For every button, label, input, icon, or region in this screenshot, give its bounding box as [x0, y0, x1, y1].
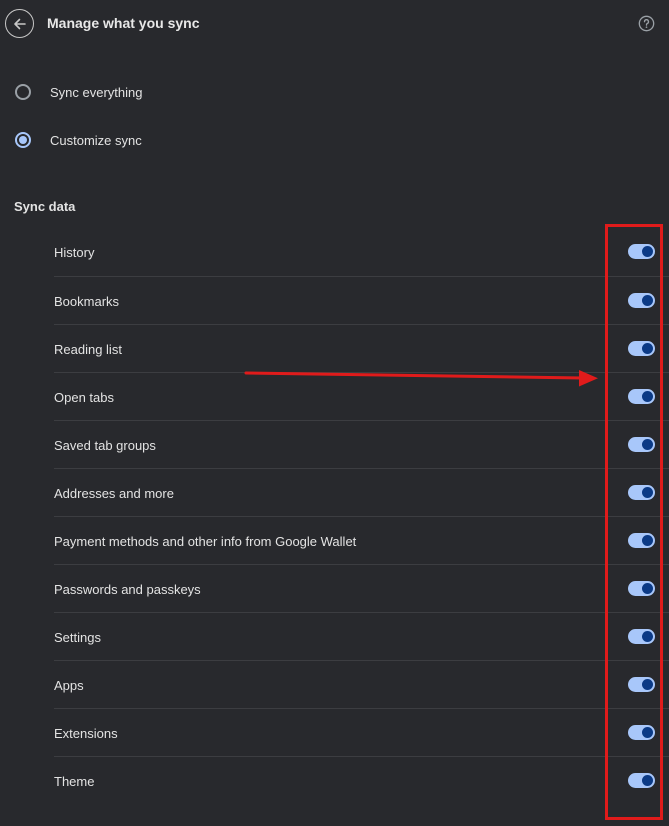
radio-label: Sync everything	[50, 85, 143, 100]
sync-item-row: Settings	[54, 612, 669, 660]
sync-item-label: Settings	[54, 630, 101, 645]
arrow-left-icon	[13, 18, 26, 29]
sync-item-row: Open tabs	[54, 372, 669, 420]
toggle-knob	[642, 343, 653, 354]
sync-item-row: Reading list	[54, 324, 669, 372]
sync-toggle[interactable]	[628, 485, 655, 500]
sync-data-list: History Bookmarks Reading list Open tabs Sav…	[54, 228, 669, 804]
toggle-knob	[642, 583, 653, 594]
toggle-knob	[642, 775, 653, 786]
sync-item-label: Bookmarks	[54, 294, 120, 309]
sync-item-row: Extensions	[54, 708, 669, 756]
header: Manage what you sync	[0, 0, 669, 48]
toggle-knob	[642, 487, 653, 498]
sync-toggle[interactable]	[628, 581, 655, 596]
radio-customize-sync[interactable]: Customize sync	[0, 123, 669, 157]
section-title: Sync data	[14, 199, 76, 214]
sync-item-row: Saved tab groups	[54, 420, 669, 468]
sync-item-row: Apps	[54, 660, 669, 708]
sync-toggle[interactable]	[628, 341, 655, 356]
sync-toggle[interactable]	[628, 677, 655, 692]
sync-item-row: History	[54, 228, 669, 276]
sync-item-row: Passwords and passkeys	[54, 564, 669, 612]
toggle-knob	[642, 246, 653, 257]
sync-item-label: Apps	[54, 678, 84, 693]
sync-item-label: Payment methods and other info from Goog…	[54, 534, 357, 549]
sync-toggle[interactable]	[628, 533, 655, 548]
page-title: Manage what you sync	[47, 15, 200, 31]
sync-item-row: Addresses and more	[54, 468, 669, 516]
toggle-knob	[642, 679, 653, 690]
sync-item-label: Theme	[54, 774, 95, 789]
toggle-knob	[642, 727, 653, 738]
toggle-knob	[642, 439, 653, 450]
sync-toggle[interactable]	[628, 725, 655, 740]
sync-item-label: Passwords and passkeys	[54, 582, 201, 597]
sync-toggle[interactable]	[628, 437, 655, 452]
help-circle-icon[interactable]	[638, 15, 655, 32]
toggle-knob	[642, 391, 653, 402]
sync-item-label: Open tabs	[54, 390, 114, 405]
sync-item-row: Bookmarks	[54, 276, 669, 324]
radio-button[interactable]	[15, 132, 31, 148]
sync-item-row: Payment methods and other info from Goog…	[54, 516, 669, 564]
sync-toggle[interactable]	[628, 244, 655, 259]
sync-item-row: Theme	[54, 756, 669, 804]
back-button[interactable]	[5, 9, 34, 38]
toggle-knob	[642, 295, 653, 306]
sync-item-label: Extensions	[54, 726, 118, 741]
sync-toggle[interactable]	[628, 389, 655, 404]
sync-item-label: Addresses and more	[54, 486, 174, 501]
radio-sync-everything[interactable]: Sync everything	[0, 75, 669, 109]
radio-label: Customize sync	[50, 133, 142, 148]
sync-toggle[interactable]	[628, 293, 655, 308]
sync-toggle[interactable]	[628, 773, 655, 788]
toggle-knob	[642, 535, 653, 546]
sync-toggle[interactable]	[628, 629, 655, 644]
sync-item-label: History	[54, 245, 95, 260]
radio-button[interactable]	[15, 84, 31, 100]
sync-item-label: Reading list	[54, 342, 122, 357]
toggle-knob	[642, 631, 653, 642]
sync-settings-page: Manage what you sync Sync everything Cus…	[0, 0, 669, 826]
sync-item-label: Saved tab groups	[54, 438, 156, 453]
